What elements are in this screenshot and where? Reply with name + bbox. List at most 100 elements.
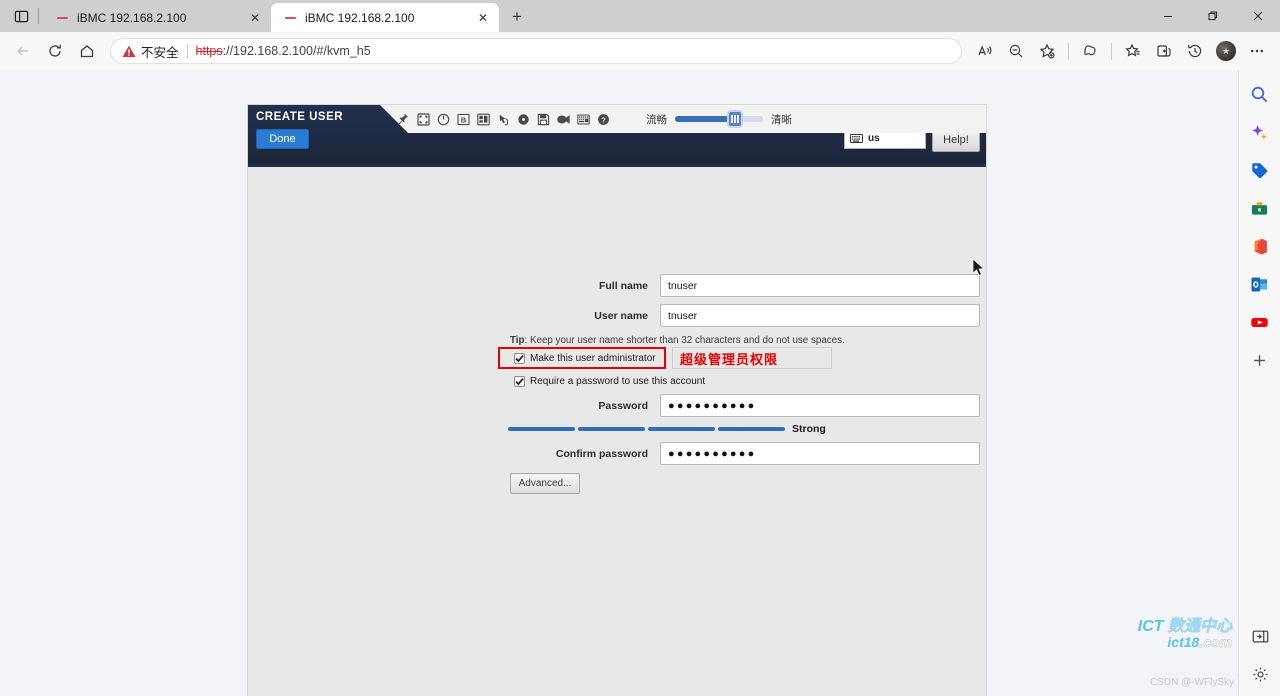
security-warning-icon	[122, 45, 136, 57]
admin-checkbox-row[interactable]: Make this user administrator	[514, 353, 656, 364]
back-arrow-icon[interactable]	[8, 36, 38, 66]
add-sidebar-icon[interactable]	[1244, 344, 1276, 376]
search-icon[interactable]	[1244, 78, 1276, 110]
watermark-line-2: ict18.com	[1167, 634, 1232, 651]
outlook-icon[interactable]	[1244, 268, 1276, 300]
tab-title: iBMC 192.168.2.100	[77, 10, 187, 25]
user-name-input[interactable]: tnuser	[660, 304, 980, 327]
ibmc-favicon	[54, 10, 70, 26]
read-aloud-icon[interactable]	[970, 36, 1000, 66]
more-options-icon[interactable]	[1242, 36, 1272, 66]
browser-toolbar: 不安全 https://192.168.2.100/#/kvm_h5 ★	[0, 32, 1280, 70]
video-record-icon[interactable]	[556, 112, 571, 127]
full-name-input[interactable]: tnuser	[660, 274, 980, 297]
strength-segments	[508, 427, 785, 431]
tip-text: : Keep your user name shorter than 32 ch…	[524, 335, 845, 346]
tab-close-button[interactable]: ✕	[246, 9, 264, 27]
watermark-line-1: ICT 数通中心	[1137, 617, 1233, 635]
kvm-toolbar-icons: B ?	[396, 105, 611, 133]
youtube-icon[interactable]	[1244, 306, 1276, 338]
require-password-row[interactable]: Require a password to use this account	[514, 376, 705, 387]
tab-strip: iBMC 192.168.2.100 ✕ iBMC 192.168.2.100 …	[0, 0, 1280, 32]
expand-panel-icon[interactable]	[1244, 620, 1276, 652]
tab-close-button[interactable]: ✕	[474, 9, 492, 27]
copilot-icon[interactable]	[1244, 116, 1276, 148]
svg-text:B: B	[461, 115, 467, 124]
slider-track[interactable]	[675, 110, 763, 128]
full-name-label: Full name	[598, 279, 648, 292]
browser-tab-2[interactable]: iBMC 192.168.2.100 ✕	[271, 3, 499, 32]
history-icon[interactable]	[1180, 36, 1210, 66]
toolbar-actions: ★	[970, 36, 1272, 66]
cdrom-icon[interactable]	[516, 112, 531, 127]
advanced-button[interactable]: Advanced...	[510, 473, 580, 494]
tabstrip-divider	[38, 8, 39, 24]
keyboard-layout-label: us	[868, 133, 880, 144]
kvm-quality-slider[interactable]: 流畅 清晰	[646, 105, 792, 133]
avatar: ★	[1216, 41, 1236, 61]
window-controls	[1145, 0, 1280, 32]
restore-icon[interactable]	[1190, 0, 1235, 32]
strength-segment	[718, 427, 785, 431]
checkmark-icon	[515, 355, 524, 363]
browser-window: iBMC 192.168.2.100 ✕ iBMC 192.168.2.100 …	[0, 0, 1280, 696]
tools-icon[interactable]	[1244, 192, 1276, 224]
confirm-password-row: Confirm password ●●●●●●●●●●	[510, 442, 980, 465]
profile-avatar[interactable]: ★	[1211, 36, 1241, 66]
password-label: Password	[598, 399, 648, 412]
home-icon[interactable]	[72, 36, 102, 66]
strength-segment	[648, 427, 715, 431]
new-tab-button[interactable]: +	[503, 3, 531, 31]
mouse-cursor	[972, 258, 985, 276]
password-row: Password ●●●●●●●●●●	[510, 394, 980, 417]
user-name-label: User name	[594, 309, 648, 322]
copilot-icon[interactable]	[1075, 36, 1105, 66]
save-icon[interactable]	[536, 112, 551, 127]
zoom-out-icon[interactable]	[1001, 36, 1031, 66]
checkmark-icon	[515, 378, 524, 386]
toolbar-divider	[1111, 42, 1112, 60]
address-bar[interactable]: 不安全 https://192.168.2.100/#/kvm_h5	[110, 38, 962, 64]
browser-tab-1[interactable]: iBMC 192.168.2.100 ✕	[43, 3, 271, 32]
installer-body: Full name tnuser User name tnuser Tip: K…	[248, 167, 986, 696]
tab-overview-button[interactable]	[6, 1, 36, 31]
favorites-icon[interactable]	[1118, 36, 1148, 66]
ibmc-favicon	[282, 10, 298, 26]
shopping-tag-icon[interactable]	[1244, 154, 1276, 186]
pin-icon[interactable]	[396, 112, 411, 127]
url-scheme: https	[195, 44, 223, 58]
add-favorite-icon[interactable]	[1032, 36, 1062, 66]
bios-b-icon[interactable]: B	[456, 112, 471, 127]
username-tip: Tip: Keep your user name shorter than 32…	[510, 335, 845, 346]
refresh-icon[interactable]	[40, 36, 70, 66]
password-input[interactable]: ●●●●●●●●●●	[660, 394, 980, 417]
help-icon[interactable]: ?	[596, 112, 611, 127]
mouse-icon[interactable]	[496, 112, 511, 127]
virtual-keyboard-icon[interactable]	[576, 112, 591, 127]
edge-sidebar-bottom	[1239, 620, 1280, 690]
done-button[interactable]: Done	[256, 129, 309, 149]
admin-checkbox-label: Make this user administrator	[530, 353, 656, 364]
admin-checkbox[interactable]	[514, 353, 525, 364]
slider-left-label: 流畅	[646, 113, 667, 126]
require-password-checkbox[interactable]	[514, 376, 525, 387]
close-icon[interactable]	[1235, 0, 1280, 32]
confirm-password-label: Confirm password	[555, 447, 648, 460]
keyboard-icon	[850, 134, 863, 143]
power-icon[interactable]	[436, 112, 451, 127]
tab-title: iBMC 192.168.2.100	[305, 10, 415, 25]
slider-handle[interactable]	[726, 110, 743, 128]
fullscreen-icon[interactable]	[416, 112, 431, 127]
screenshot-icon[interactable]	[476, 112, 491, 127]
office-icon[interactable]	[1244, 230, 1276, 262]
kvm-console: ENTOS 7 INSTALLATION us Help! CREATE USE…	[248, 105, 986, 696]
confirm-password-input[interactable]: ●●●●●●●●●●	[660, 442, 980, 465]
strength-segment	[578, 427, 645, 431]
tip-prefix: Tip	[510, 335, 525, 346]
watermark: ICT 数通中心 ict18.com	[1137, 617, 1233, 651]
sidebar-settings-icon[interactable]	[1244, 658, 1276, 690]
user-name-row: User name tnuser	[510, 304, 980, 327]
collections-icon[interactable]	[1149, 36, 1179, 66]
minimize-icon[interactable]	[1145, 0, 1190, 32]
svg-text:?: ?	[601, 115, 606, 124]
